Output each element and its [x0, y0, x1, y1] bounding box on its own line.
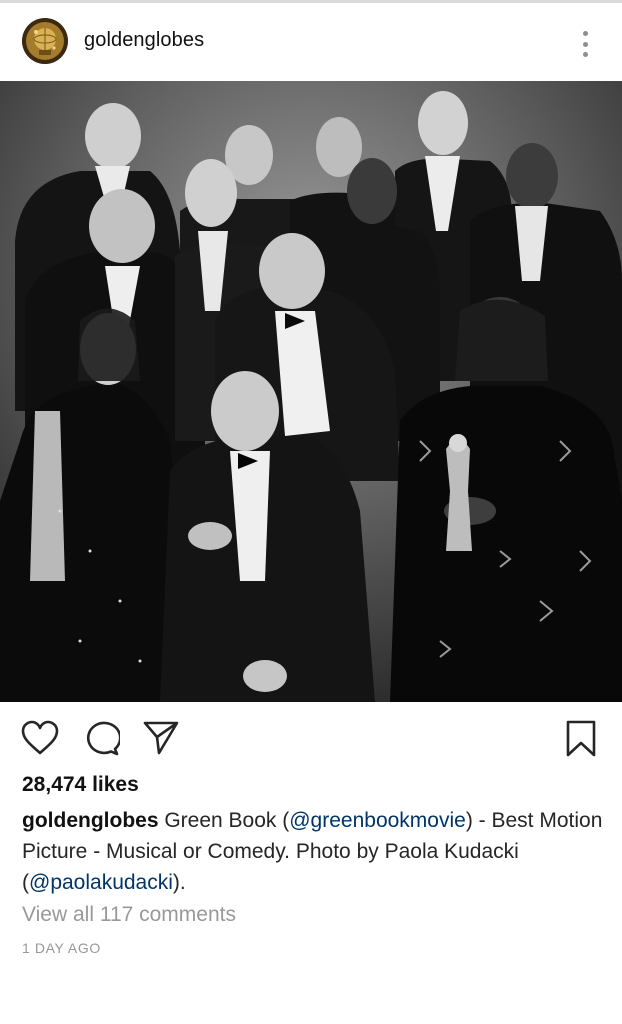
more-dot	[582, 52, 588, 57]
golden-globe-logo	[22, 18, 68, 64]
caption-text: ).	[172, 871, 186, 894]
caption-mention-movie[interactable]: @greenbookmovie	[289, 809, 466, 832]
group-photo-illustration	[0, 81, 622, 702]
profile-avatar[interactable]	[22, 18, 68, 64]
post-image[interactable]	[0, 81, 622, 702]
more-dot	[582, 31, 588, 36]
heart-icon[interactable]	[21, 720, 59, 756]
caption-mention-photographer[interactable]: @paolakudacki	[29, 871, 173, 894]
caption-username[interactable]: goldenglobes	[22, 809, 159, 832]
share-icon[interactable]	[142, 720, 180, 756]
post-username[interactable]: goldenglobes	[84, 29, 204, 52]
more-options-icon[interactable]	[576, 29, 594, 59]
post-header: goldenglobes	[0, 3, 622, 81]
post-caption: goldenglobes Green Book (@greenbookmovie…	[22, 805, 607, 898]
post-actions	[0, 702, 622, 772]
like-count[interactable]: 28,474 likes	[22, 773, 139, 797]
post-timestamp: 1 DAY AGO	[22, 940, 101, 956]
more-dot	[582, 41, 588, 47]
view-comments-link[interactable]: View all 117 comments	[22, 903, 236, 927]
caption-text: Green Book (	[158, 809, 290, 832]
bookmark-icon[interactable]	[566, 720, 596, 758]
comment-icon[interactable]	[82, 720, 120, 756]
